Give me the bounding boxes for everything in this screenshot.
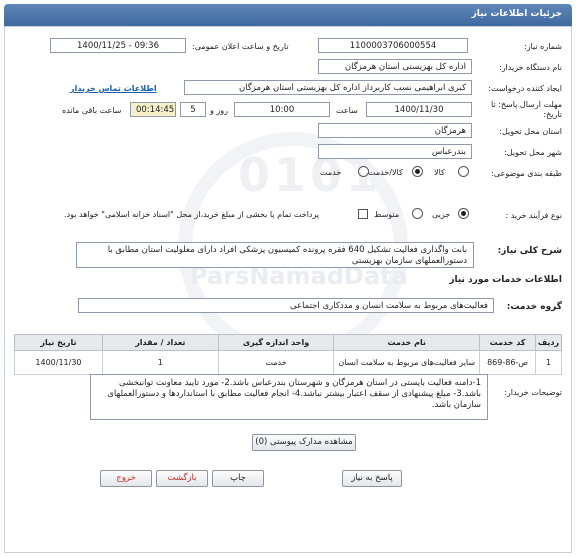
announce-date-field: 1400/11/25 - 09:36 [50, 38, 186, 53]
cell-code: ص-86-869 [479, 350, 537, 375]
col-date-header: تاریخ نیاز [14, 334, 103, 351]
category-service-label: خدمت [320, 168, 342, 177]
buyer-field: اداره کل بهزیستی استان هرمزگان [318, 59, 472, 74]
category-goods-service-label: کالا/خدمت [368, 168, 403, 177]
buyer-notes-field: 1-دامنه فعالیت بایستی در استان هرمزگان و… [90, 374, 488, 420]
process-minor-radio[interactable] [458, 208, 469, 219]
deadline-time-field: 10:00 [234, 102, 330, 117]
creator-label: ایجاد کننده درخواست: [488, 84, 562, 93]
buyer-notes-label: توضیحات خریدار: [504, 388, 562, 397]
days-remaining-field: 5 [180, 102, 206, 117]
col-name-header: نام خدمت [333, 334, 481, 351]
time-remaining-field: 00:14:45 [130, 102, 176, 117]
need-number-field: 1100003706000554 [318, 38, 468, 53]
province-label: استان محل تحویل: [499, 127, 562, 136]
back-button[interactable]: بازگشت [156, 470, 208, 487]
print-button[interactable]: چاپ [212, 470, 264, 487]
deadline-time-label: ساعت [336, 106, 358, 115]
deadline-label: مهلت ارسال پاسخ: تا [490, 100, 562, 109]
cell-qty: 1 [101, 350, 219, 375]
announce-label: تاریخ و ساعت اعلان عمومی: [192, 42, 289, 51]
cell-date: 1400/11/30 [14, 350, 103, 375]
cell-name: سایر فعالیت‌های مربوط به سلامت انسان [333, 350, 481, 375]
need-number-label: شماره نیاز: [524, 42, 562, 51]
cell-row: 1 [535, 350, 562, 375]
process-medium-radio[interactable] [412, 208, 423, 219]
creator-field: کبری ابراهیمی نسب کاربرداز اداره کل بهزی… [184, 80, 472, 95]
col-code-header: کد خدمت [479, 334, 537, 351]
treasury-payment-note: پرداخت تمام یا بخشی از مبلغ خرید،از محل … [64, 210, 320, 219]
service-group-field: فعالیت‌های مربوط به سلامت انسان و مددکار… [78, 298, 494, 313]
cell-unit: خدمت [217, 350, 335, 375]
summary-field: بابت واگذاری فعالیت تشکیل 640 فقره پروند… [76, 242, 474, 268]
buyer-contact-link[interactable]: اطلاعات تماس خریدار [70, 84, 157, 93]
province-field: هرمزگان [318, 123, 472, 138]
summary-label: شرح کلی نیاز: [497, 246, 562, 256]
reply-button[interactable]: پاسخ به نیاز [342, 470, 402, 487]
services-table: ردیف کد خدمت نام خدمت واحد اندازه گیری ت… [14, 334, 562, 375]
category-label: طبقه بندی موضوعی: [491, 169, 562, 178]
deadline-date-field: 1400/11/30 [366, 102, 472, 117]
process-medium-label: متوسط [374, 210, 400, 219]
process-label: نوع فرآیند خرید : [505, 211, 562, 220]
treasury-payment-checkbox[interactable] [358, 209, 368, 219]
city-field: بندرعباس [318, 144, 472, 159]
service-group-label: گروه خدمت: [506, 302, 562, 312]
category-goods-label: کالا [434, 168, 445, 177]
process-minor-label: جزیی [432, 210, 451, 219]
col-row-header: ردیف [535, 334, 562, 351]
time-remaining-label: ساعت باقی مانده [62, 106, 122, 115]
category-goods-service-radio[interactable] [412, 166, 423, 177]
page-title: جزئیات اطلاعات نیاز [4, 4, 572, 26]
view-attachments-button[interactable]: مشاهده مدارک پیوستی (0) [252, 434, 356, 451]
category-goods-radio[interactable] [458, 166, 469, 177]
days-label: روز و [210, 106, 228, 115]
category-service-radio[interactable] [358, 166, 369, 177]
col-qty-header: تعداد / مقدار [101, 334, 219, 351]
buyer-label: نام دستگاه خریدار: [499, 63, 562, 72]
services-section-title: اطلاعات خدمات مورد نیاز [449, 275, 562, 285]
col-unit-header: واحد اندازه گیری [217, 334, 335, 351]
deadline-date-label: تاریخ: [543, 110, 562, 119]
exit-button[interactable]: خروج [100, 470, 152, 487]
table-header-row: ردیف کد خدمت نام خدمت واحد اندازه گیری ت… [14, 334, 562, 351]
city-label: شهر محل تحویل: [504, 148, 562, 157]
table-row: 1 ص-86-869 سایر فعالیت‌های مربوط به سلام… [14, 350, 562, 375]
need-details-page: جزئیات اطلاعات نیاز 0101 ParsNamadData پ… [0, 0, 576, 557]
